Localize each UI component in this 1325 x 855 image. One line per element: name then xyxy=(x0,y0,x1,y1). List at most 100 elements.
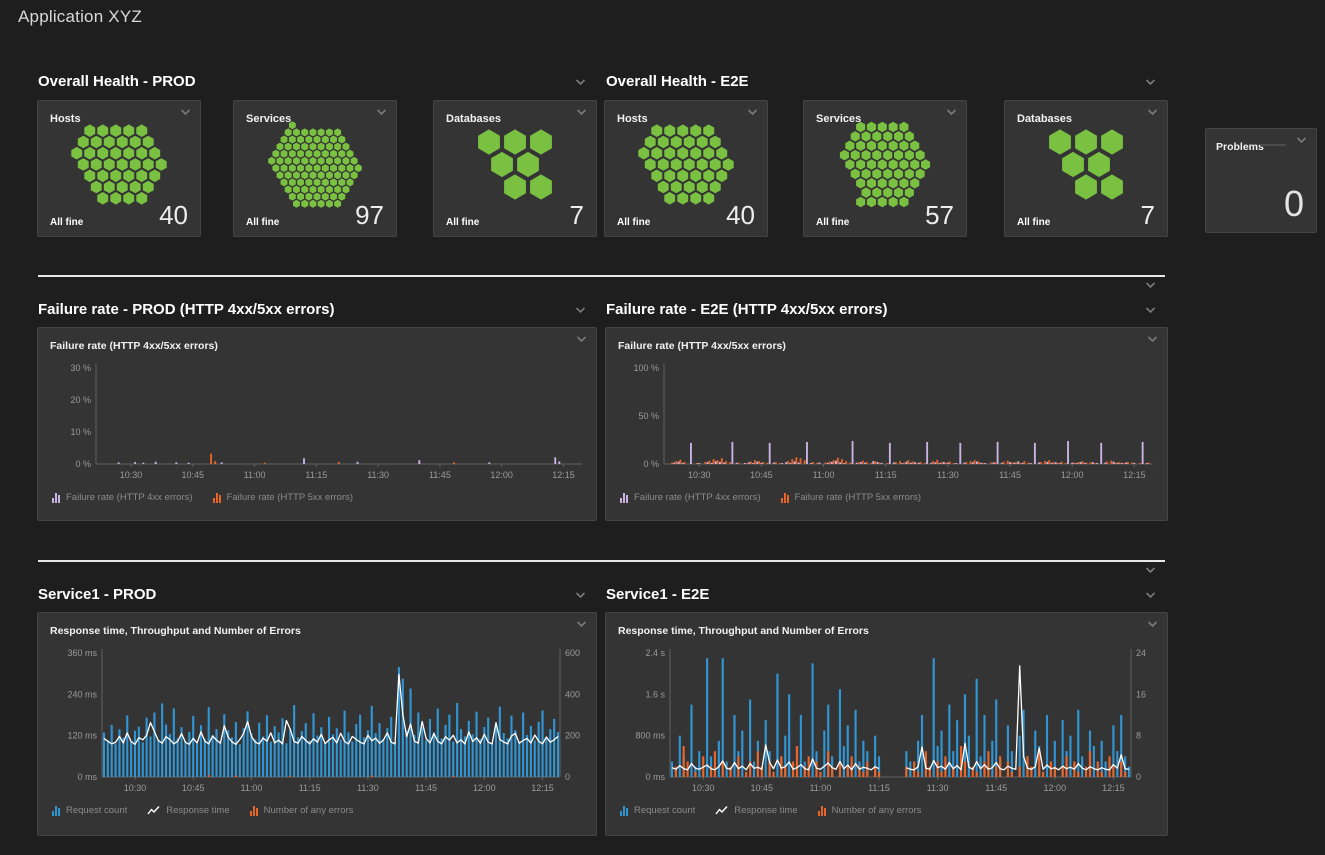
chart-title: Response time, Throughput and Number of … xyxy=(50,625,301,637)
svg-text:11:45: 11:45 xyxy=(429,470,451,480)
svg-text:50 %: 50 % xyxy=(638,411,659,421)
chevron-down-icon[interactable] xyxy=(945,108,958,117)
chevron-down-icon[interactable] xyxy=(179,108,192,117)
failure-rate-chart-prod[interactable]: 30 %20 %10 %0 %10:3010:4511:0011:1511:30… xyxy=(38,356,596,488)
svg-text:0 %: 0 % xyxy=(643,459,659,469)
health-tile-services-e2e[interactable]: Services All fine57 xyxy=(803,100,967,237)
svg-text:12:15: 12:15 xyxy=(531,783,554,793)
failure-rate-chart-e2e[interactable]: 100 %50 %0 %10:3010:4511:0011:1511:3011:… xyxy=(606,356,1167,488)
chevron-down-icon[interactable] xyxy=(1144,78,1157,87)
svg-text:800 ms: 800 ms xyxy=(635,731,665,741)
tile-title: Hosts xyxy=(617,113,648,125)
svg-text:200: 200 xyxy=(565,731,580,741)
chevron-down-icon[interactable] xyxy=(575,335,588,344)
chevron-down-icon[interactable] xyxy=(1144,281,1157,290)
svg-text:12:00: 12:00 xyxy=(1044,783,1067,793)
svg-text:0: 0 xyxy=(1136,772,1141,782)
chevron-down-icon[interactable] xyxy=(574,78,587,87)
chart-tile-failure-e2e[interactable]: Failure rate (HTTP 4xx/5xx errors) 100 %… xyxy=(605,327,1168,521)
legend-item-5xx[interactable]: Failure rate (HTTP 5xx errors) xyxy=(781,492,922,503)
chart-tile-service1-e2e[interactable]: Response time, Throughput and Number of … xyxy=(605,612,1168,836)
svg-text:10:45: 10:45 xyxy=(750,470,773,480)
chevron-down-icon[interactable] xyxy=(1295,136,1308,145)
chart-tile-failure-prod[interactable]: Failure rate (HTTP 4xx/5xx errors) 30 %2… xyxy=(37,327,597,521)
chart-legend: Request count Response time Number of an… xyxy=(38,801,596,816)
chevron-down-icon[interactable] xyxy=(1146,335,1159,344)
chart-legend: Failure rate (HTTP 4xx errors) Failure r… xyxy=(606,488,1167,503)
chevron-down-icon[interactable] xyxy=(746,108,759,117)
legend-item-request-count[interactable]: Request count xyxy=(52,805,127,816)
chevron-down-icon[interactable] xyxy=(1146,620,1159,629)
svg-text:11:15: 11:15 xyxy=(875,470,897,480)
tile-title: Hosts xyxy=(50,113,81,125)
health-tile-services-prod[interactable]: Services All fine97 xyxy=(233,100,397,237)
dashboard: Application XYZ Overall Health - PROD Ov… xyxy=(0,0,1325,855)
service1-prod-chart[interactable]: 360 ms240 ms120 ms0 ms600400200010:3010:… xyxy=(38,641,596,801)
svg-text:12:15: 12:15 xyxy=(552,470,575,480)
legend-item-5xx[interactable]: Failure rate (HTTP 5xx errors) xyxy=(213,492,354,503)
chevron-down-icon[interactable] xyxy=(1146,108,1159,117)
legend-item-4xx[interactable]: Failure rate (HTTP 4xx errors) xyxy=(620,492,761,503)
svg-text:11:30: 11:30 xyxy=(357,783,379,793)
honeycomb-databases-prod[interactable] xyxy=(434,125,596,204)
legend-label: Response time xyxy=(166,805,229,816)
legend-item-4xx[interactable]: Failure rate (HTTP 4xx errors) xyxy=(52,492,193,503)
chevron-down-icon[interactable] xyxy=(574,306,587,315)
chevron-down-icon[interactable] xyxy=(574,591,587,600)
chevron-down-icon[interactable] xyxy=(575,108,588,117)
chart-title: Response time, Throughput and Number of … xyxy=(618,625,869,637)
svg-text:10 %: 10 % xyxy=(70,427,91,437)
legend-label: Failure rate (HTTP 5xx errors) xyxy=(227,492,354,503)
chevron-down-icon[interactable] xyxy=(375,108,388,117)
svg-text:120 ms: 120 ms xyxy=(67,731,97,741)
health-tile-hosts-e2e[interactable]: Hosts All fine40 xyxy=(604,100,768,237)
section-title-health-prod: Overall Health - PROD xyxy=(38,73,196,90)
svg-text:11:15: 11:15 xyxy=(868,783,890,793)
section-divider xyxy=(38,560,1165,562)
chart-tile-service1-prod[interactable]: Response time, Throughput and Number of … xyxy=(37,612,597,836)
honeycomb-hosts-e2e[interactable] xyxy=(605,125,767,204)
svg-text:0 %: 0 % xyxy=(75,459,91,469)
legend-item-errors[interactable]: Number of any errors xyxy=(818,805,922,816)
svg-text:11:15: 11:15 xyxy=(305,470,327,480)
honeycomb-services-e2e[interactable] xyxy=(804,125,966,204)
chevron-down-icon[interactable] xyxy=(1144,566,1157,575)
honeycomb-hosts-prod[interactable] xyxy=(38,125,200,204)
legend-item-response-time[interactable]: Response time xyxy=(147,805,229,816)
bar-chart-icon xyxy=(213,492,222,503)
chevron-down-icon[interactable] xyxy=(575,620,588,629)
legend-label: Number of any errors xyxy=(832,805,922,816)
problems-tile[interactable]: Problems 0 xyxy=(1205,128,1317,233)
legend-item-errors[interactable]: Number of any errors xyxy=(250,805,354,816)
legend-label: Response time xyxy=(734,805,797,816)
svg-text:24: 24 xyxy=(1136,648,1146,658)
legend-item-request-count[interactable]: Request count xyxy=(620,805,695,816)
health-tile-databases-e2e[interactable]: Databases All fine7 xyxy=(1004,100,1168,237)
svg-text:11:00: 11:00 xyxy=(244,470,266,480)
health-tile-databases-prod[interactable]: Databases All fine7 xyxy=(433,100,597,237)
honeycomb-databases-e2e[interactable] xyxy=(1005,125,1167,204)
section-title-failure-prod: Failure rate - PROD (HTTP 4xx/5xx errors… xyxy=(38,301,335,318)
health-tile-hosts-prod[interactable]: Hosts All fine40 xyxy=(37,100,201,237)
honeycomb-services-prod[interactable] xyxy=(234,125,396,204)
status-label: All fine xyxy=(816,217,849,228)
status-label: All fine xyxy=(246,217,279,228)
tile-title: Services xyxy=(246,113,291,125)
svg-text:12:00: 12:00 xyxy=(1061,470,1084,480)
svg-text:11:00: 11:00 xyxy=(809,783,831,793)
legend-item-response-time[interactable]: Response time xyxy=(715,805,797,816)
svg-text:240 ms: 240 ms xyxy=(67,689,97,699)
service1-e2e-chart[interactable]: 2.4 s1.6 s800 ms0 ms24168010:3010:4511:0… xyxy=(606,641,1167,801)
status-label: All fine xyxy=(50,217,83,228)
bar-chart-icon xyxy=(250,805,259,816)
svg-text:600: 600 xyxy=(565,648,580,658)
svg-text:16: 16 xyxy=(1136,689,1146,699)
svg-text:11:30: 11:30 xyxy=(937,470,959,480)
bar-chart-icon xyxy=(52,492,61,503)
chevron-down-icon[interactable] xyxy=(1144,591,1157,600)
svg-text:11:00: 11:00 xyxy=(241,783,263,793)
svg-text:11:30: 11:30 xyxy=(367,470,389,480)
chevron-down-icon[interactable] xyxy=(1144,306,1157,315)
entity-count: 40 xyxy=(726,202,755,228)
svg-text:11:30: 11:30 xyxy=(927,783,949,793)
